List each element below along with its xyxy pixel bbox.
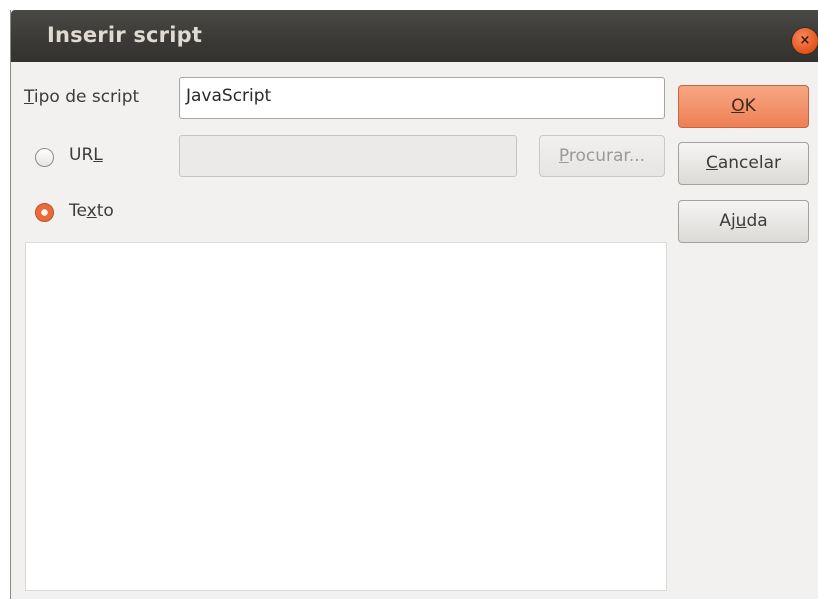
close-icon[interactable]: × <box>792 28 818 54</box>
help-button[interactable]: Ajuda <box>678 200 809 243</box>
help-button-prefix: Aj <box>719 211 736 231</box>
text-label-suffix: to <box>96 201 114 221</box>
ok-button-label: K <box>744 96 756 116</box>
url-input[interactable] <box>179 135 517 177</box>
url-label-mnemonic: L <box>93 145 103 165</box>
browse-button[interactable]: Procurar... <box>539 135 665 177</box>
help-button-mnemonic: u <box>735 211 747 231</box>
url-label[interactable]: URL <box>69 145 103 165</box>
dialog-title: Inserir script <box>47 23 203 47</box>
script-type-input[interactable]: JavaScript <box>179 77 665 119</box>
script-type-label-mnemonic: T <box>24 87 34 107</box>
text-radio[interactable] <box>35 203 54 222</box>
url-radio[interactable] <box>35 148 54 167</box>
help-button-suffix: da <box>746 211 768 231</box>
cancel-button[interactable]: Cancelar <box>678 142 809 185</box>
cancel-button-mnemonic: C <box>705 153 718 173</box>
text-label-mnemonic: x <box>86 201 97 221</box>
ok-button-mnemonic: O <box>731 96 745 116</box>
text-label-prefix: Te <box>69 201 87 221</box>
script-text-area[interactable] <box>25 242 667 591</box>
script-type-label: Tipo de script <box>24 87 139 107</box>
ok-button[interactable]: OK <box>678 85 809 128</box>
text-label[interactable]: Texto <box>69 201 114 221</box>
dialog-titlebar[interactable]: Inserir script × <box>11 10 818 62</box>
cancel-button-label: ancelar <box>717 153 781 173</box>
script-type-label-text: ipo de script <box>33 87 140 107</box>
url-label-prefix: UR <box>69 145 94 165</box>
insert-script-dialog: Inserir script × Tipo de script JavaScri… <box>10 10 818 599</box>
browse-button-label: rocurar... <box>568 146 646 166</box>
browse-button-mnemonic: P <box>558 146 569 166</box>
